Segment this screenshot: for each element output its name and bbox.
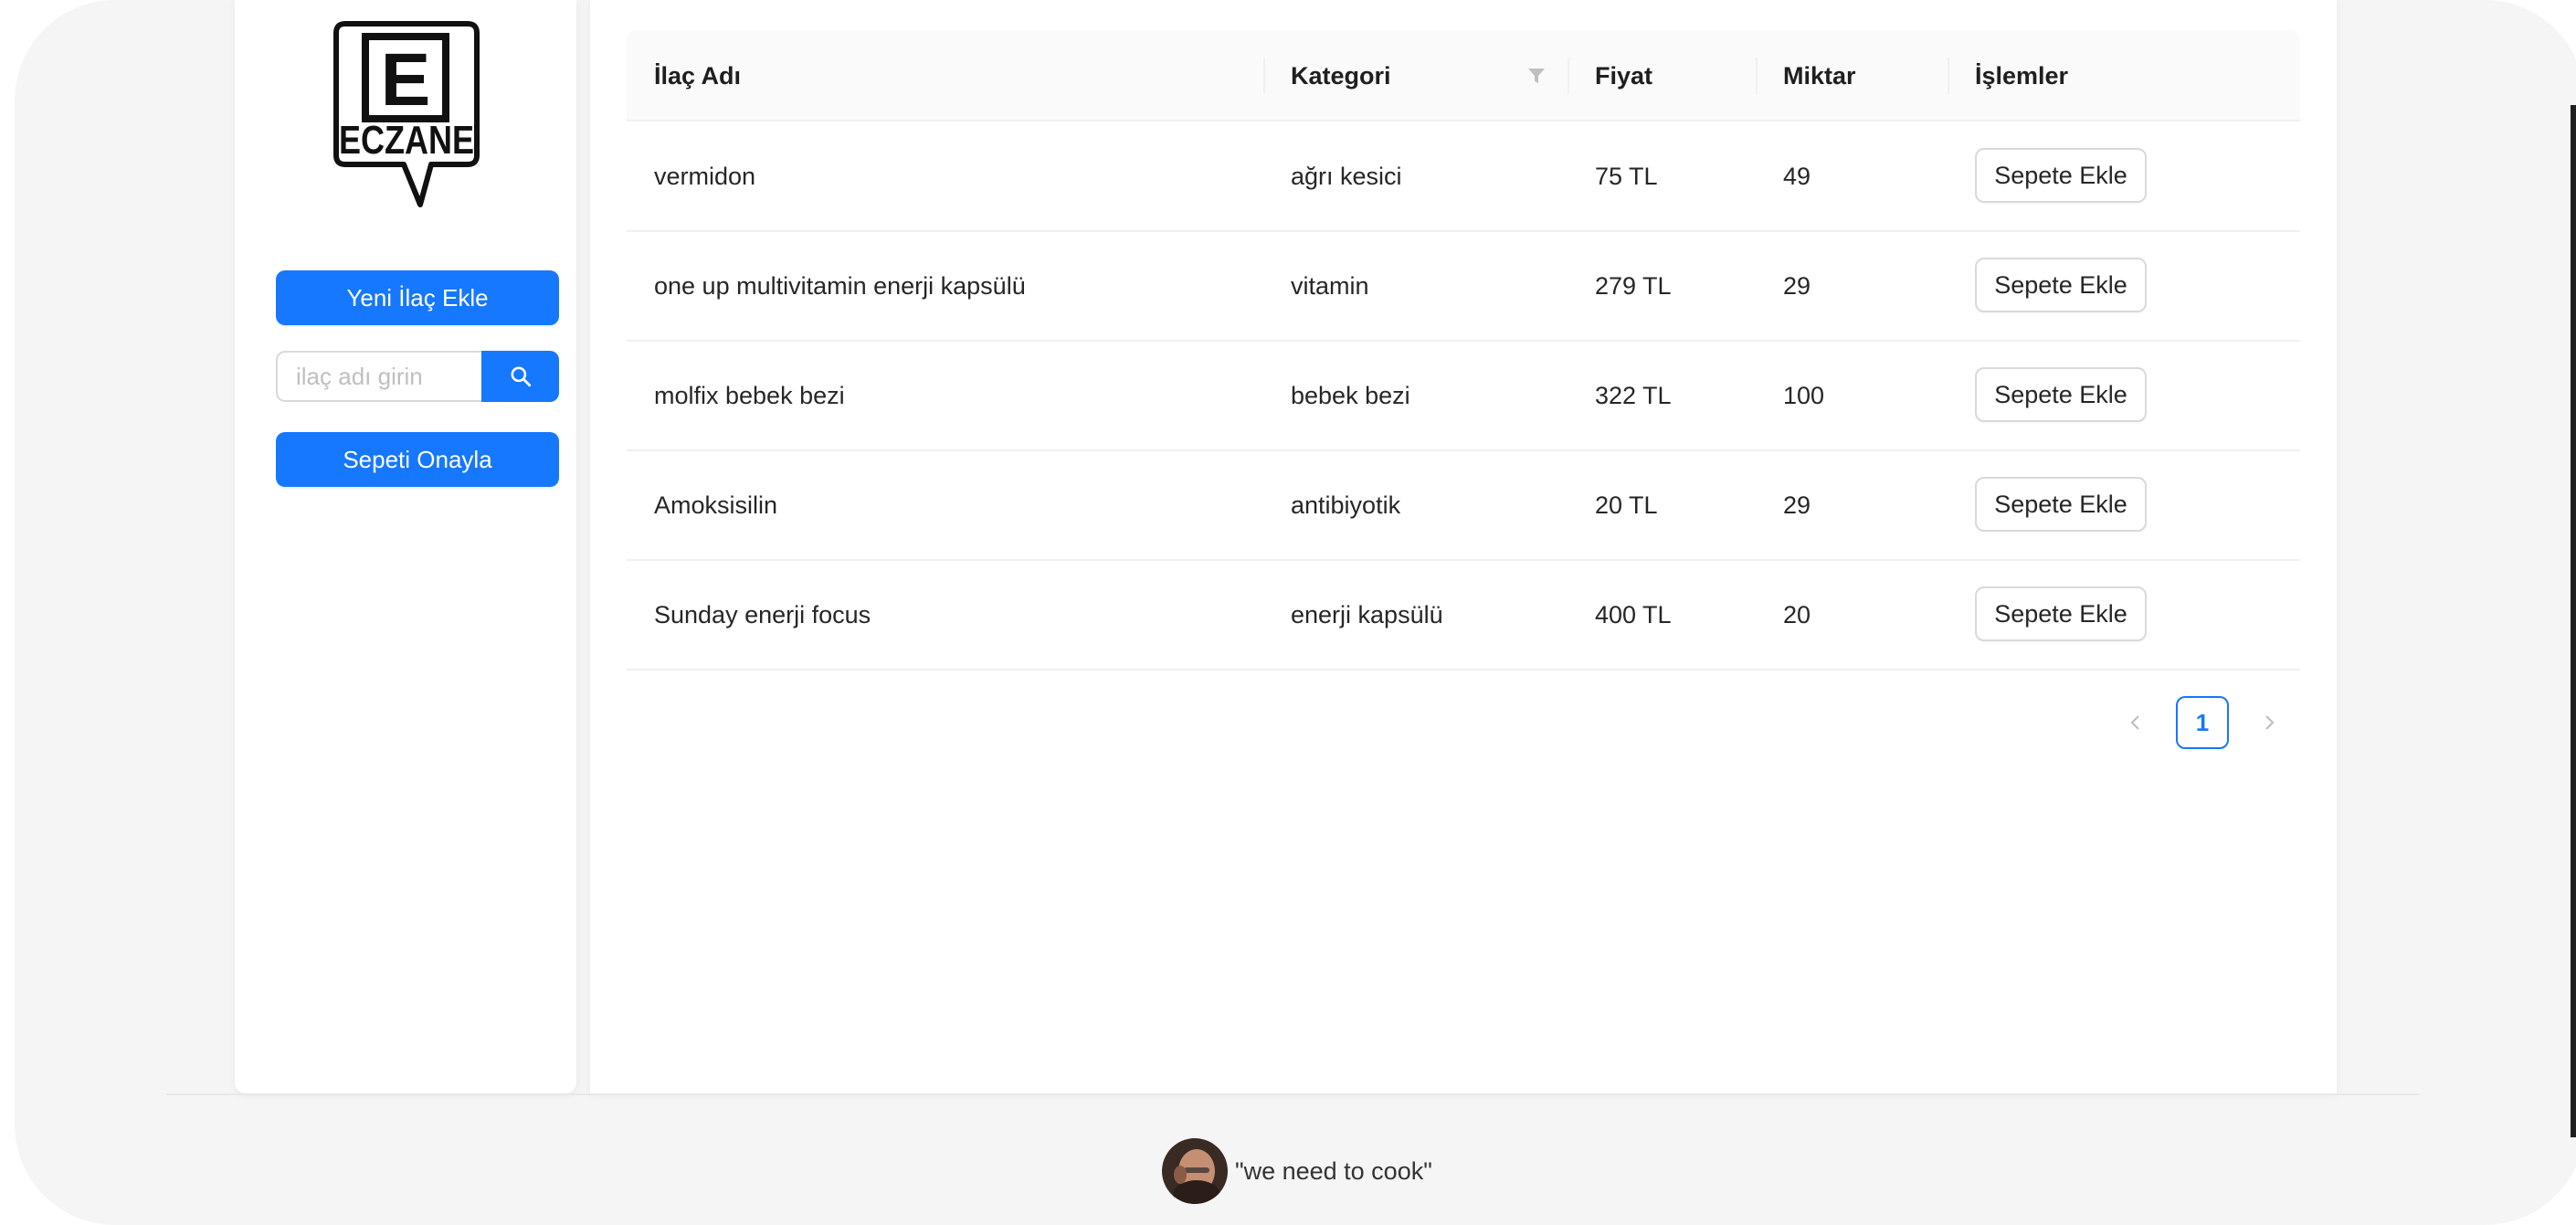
medicine-category: bebek bezi: [1291, 382, 1410, 409]
medicine-price: 400 TL: [1595, 601, 1672, 628]
confirm-cart-button[interactable]: Sepeti Onayla: [276, 432, 559, 487]
search-button[interactable]: [481, 351, 559, 402]
svg-text:ECZANE: ECZANE: [339, 118, 474, 163]
add-to-cart-button[interactable]: Sepete Ekle: [1975, 477, 2147, 532]
table-row: vermidon ağrı kesici 75 TL 49 Sepete Ekl…: [627, 122, 2300, 232]
medicine-name: vermidon: [654, 163, 756, 190]
pagination-prev[interactable]: [2119, 696, 2152, 749]
medicine-quantity: 29: [1783, 491, 1811, 519]
chevron-right-icon: [2265, 715, 2275, 730]
footer-divider: [166, 1093, 2419, 1095]
medicine-name: one up multivitamin enerji kapsülü: [654, 272, 1026, 300]
add-to-cart-button[interactable]: Sepete Ekle: [1975, 367, 2147, 422]
chevron-left-icon: [2130, 715, 2139, 730]
medicine-name: Sunday enerji focus: [654, 601, 871, 628]
medicine-name: Amoksisilin: [654, 491, 778, 519]
eczane-logo: E ECZANE: [329, 16, 484, 210]
medicine-price: 20 TL: [1595, 491, 1658, 519]
column-header-price: Fiyat: [1595, 62, 1653, 90]
column-header-quantity: Miktar: [1783, 62, 1856, 90]
window-edge: [2571, 105, 2576, 1137]
column-header-actions: İşlemler: [1975, 62, 2069, 90]
add-to-cart-button[interactable]: Sepete Ekle: [1975, 586, 2147, 641]
svg-text:E: E: [381, 38, 431, 121]
medicine-quantity: 49: [1783, 163, 1811, 190]
medicine-price: 75 TL: [1595, 163, 1658, 190]
table-row: Sunday enerji focus enerji kapsülü 400 T…: [627, 561, 2300, 671]
column-header-name: İlaç Adı: [654, 62, 742, 90]
table-row: Amoksisilin antibiyotik 20 TL 29 Sepete …: [627, 451, 2300, 561]
medicine-category: antibiyotik: [1291, 491, 1401, 519]
medicine-price: 322 TL: [1595, 382, 1672, 409]
column-header-category: Kategori: [1291, 62, 1391, 90]
search-input[interactable]: ilaç adı girin: [276, 351, 481, 402]
medicine-quantity: 100: [1783, 382, 1825, 409]
avatar: [1162, 1138, 1228, 1204]
medicine-quantity: 29: [1783, 272, 1811, 300]
medicine-category: vitamin: [1291, 272, 1369, 300]
footer-quote: "we need to cook": [1235, 1157, 1432, 1185]
medicine-price: 279 TL: [1595, 272, 1672, 300]
medicine-category: enerji kapsülü: [1291, 601, 1443, 628]
table-row: molfix bebek bezi bebek bezi 322 TL 100 …: [627, 342, 2300, 451]
column-divider: [1756, 58, 1758, 94]
filter-icon[interactable]: [1526, 65, 1547, 87]
medicine-name: molfix bebek bezi: [654, 382, 845, 409]
column-divider: [1568, 58, 1569, 94]
add-medicine-button[interactable]: Yeni İlaç Ekle: [276, 270, 559, 325]
column-divider: [1263, 58, 1265, 94]
add-to-cart-button[interactable]: Sepete Ekle: [1975, 258, 2147, 312]
pagination-page[interactable]: 1: [2176, 696, 2229, 749]
pagination-next[interactable]: [2253, 696, 2286, 749]
table-header: İlaç Adı Kategori Fiyat Miktar İşlemler: [627, 30, 2300, 121]
search-icon: [510, 366, 531, 387]
add-to-cart-button[interactable]: Sepete Ekle: [1975, 148, 2147, 203]
medicine-quantity: 20: [1783, 601, 1811, 628]
table-row: one up multivitamin enerji kapsülü vitam…: [627, 232, 2300, 342]
medicine-category: ağrı kesici: [1291, 163, 1402, 190]
column-divider: [1948, 58, 1949, 94]
